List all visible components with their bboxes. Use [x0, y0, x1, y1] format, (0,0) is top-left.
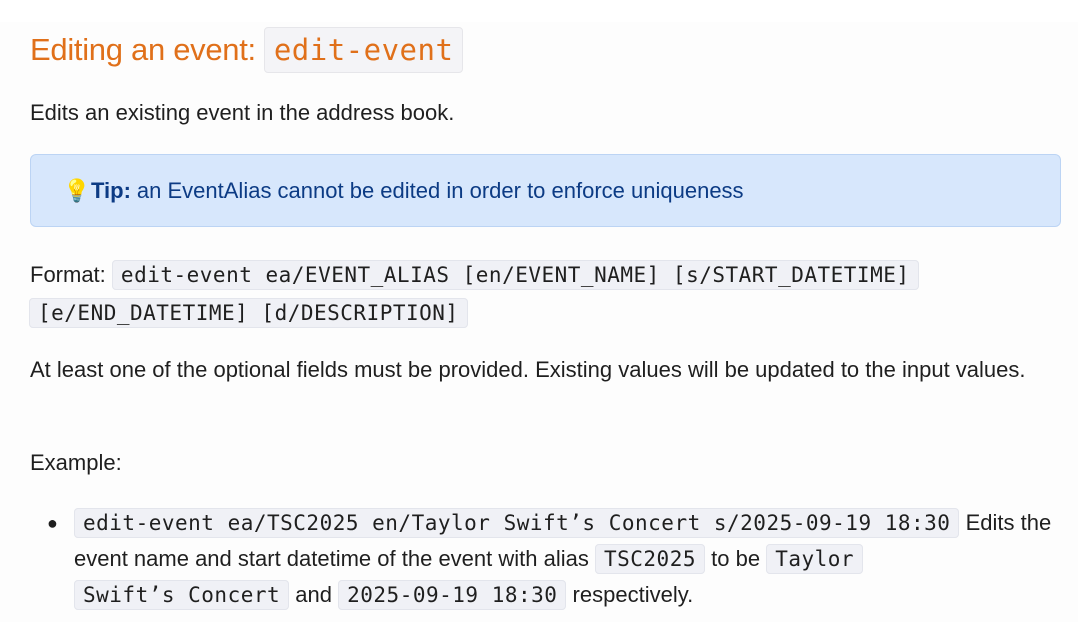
example-label: Example:	[30, 450, 122, 475]
example-datetime-code: 2025-09-19 18:30	[338, 580, 567, 610]
page: Editing an event: edit-event Edits an ex…	[0, 0, 1078, 622]
content: Editing an event: edit-event Edits an ex…	[29, 22, 1064, 610]
tip-callout: 💡 Tip: an EventAlias cannot be edited in…	[30, 154, 1061, 227]
format-label: Format:	[30, 262, 106, 287]
format-code-line1: edit-event ea/EVENT_ALIAS [en/EVENT_NAME…	[111, 260, 919, 290]
heading-command-code: edit-event	[263, 27, 464, 73]
tip-text: an EventAlias cannot be edited in order …	[136, 177, 744, 203]
optional-fields-note: At least one of the optional fields must…	[30, 357, 1026, 382]
top-strip	[0, 0, 1078, 22]
example-list: ● edit-event ea/TSC2025 en/Taylor Swift’…	[30, 505, 1074, 613]
example-alias-code: TSC2025	[594, 544, 705, 574]
lightbulb-icon: 💡	[63, 177, 91, 203]
section-description: Edits an existing event in the address b…	[30, 100, 455, 125]
format-paragraph: Format: edit-event ea/EVENT_ALIAS [en/EV…	[29, 256, 1070, 332]
format-code-line2: [e/END_DATETIME] [d/DESCRIPTION]	[29, 298, 468, 328]
bullet: ●	[47, 513, 58, 533]
example-name-code-part2: Swift’s Concert	[74, 580, 290, 610]
example-text-2: to be	[711, 546, 761, 571]
example-text-4: respectively.	[572, 582, 694, 607]
section-heading: Editing an event: edit-event	[30, 27, 1064, 73]
example-text-3: and	[295, 582, 332, 607]
example-command-code: edit-event ea/TSC2025 en/Taylor Swift’s …	[74, 508, 960, 538]
tip-label: Tip:	[91, 177, 131, 203]
heading-text: Editing an event:	[30, 32, 256, 67]
list-item: ● edit-event ea/TSC2025 en/Taylor Swift’…	[47, 505, 1074, 613]
example-name-code-part1: Taylor	[766, 544, 864, 574]
